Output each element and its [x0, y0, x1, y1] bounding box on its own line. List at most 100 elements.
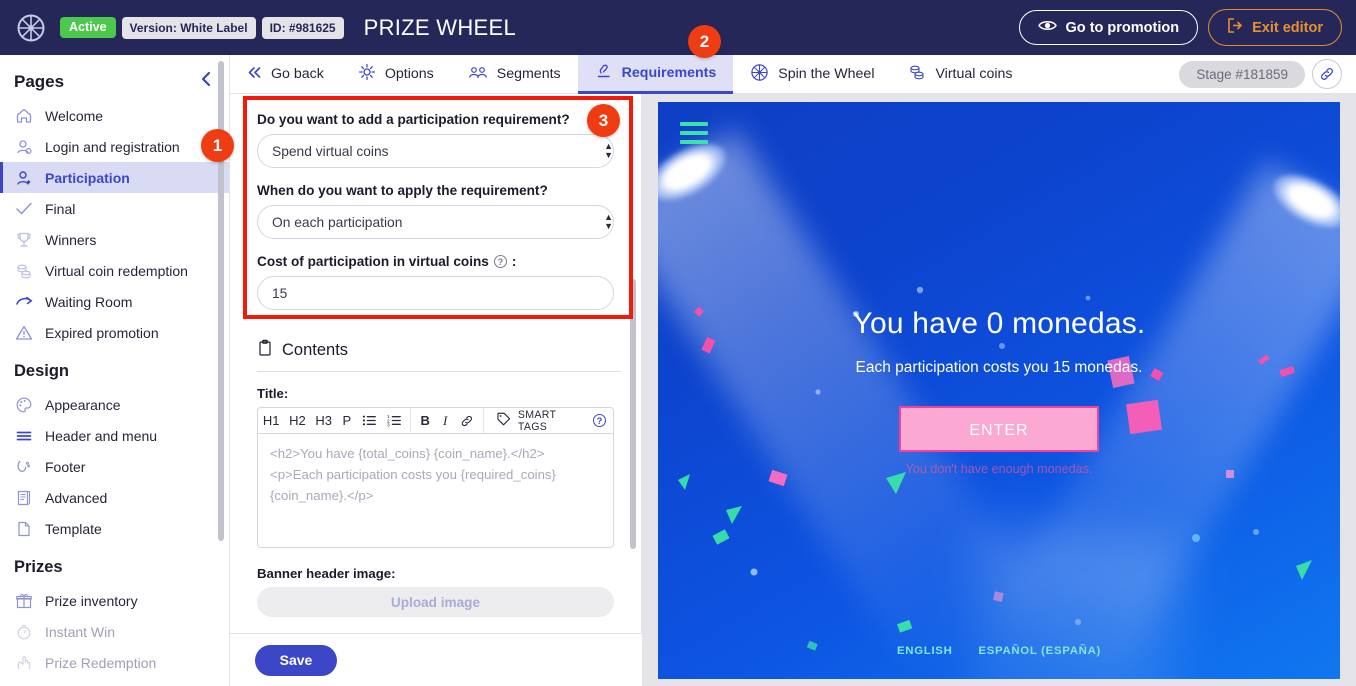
- sidebar-header: Pages: [0, 55, 229, 100]
- segments-icon: [468, 65, 488, 84]
- help-circle-icon[interactable]: ?: [493, 255, 507, 268]
- go-to-promotion-label: Go to promotion: [1065, 19, 1180, 36]
- language-english[interactable]: ENGLISH: [897, 645, 953, 657]
- apply-select[interactable]: On each participation: [257, 205, 614, 239]
- clock-arrow-icon: [14, 292, 34, 312]
- sidebar-item-template[interactable]: Template: [0, 513, 229, 544]
- smart-tags-button[interactable]: SMART TAGS ?: [488, 409, 613, 433]
- sidebar-section-prizes: Prizes: [14, 558, 63, 576]
- tab-requirements[interactable]: Requirements: [577, 54, 734, 94]
- cost-label-row: Cost of participation in virtual coins ?…: [257, 254, 626, 269]
- sidebar-item-label: Prize Redemption: [45, 654, 157, 671]
- sidebar-item-welcome[interactable]: Welcome: [0, 100, 229, 131]
- contents-section: Contents Title: H1 H2 H3 P 123 B I SMART…: [230, 339, 641, 617]
- tab-virtual-coins[interactable]: Virtual coins: [891, 55, 1029, 94]
- sidebar-item-virtual-coin-redemption[interactable]: Virtual coin redemption: [0, 255, 229, 286]
- sidebar: Pages Welcome Login and registration Par…: [0, 55, 230, 686]
- apply-select-value: On each participation: [272, 214, 403, 230]
- sidebar-item-appearance[interactable]: Appearance: [0, 389, 229, 420]
- sidebar-item-footer[interactable]: Footer: [0, 451, 229, 482]
- link-icon[interactable]: [455, 408, 479, 434]
- tab-options[interactable]: Options: [341, 55, 451, 94]
- footer-icon: [14, 457, 34, 477]
- requirement-select-wrap: Spend virtual coins ▲ ▼: [257, 134, 626, 168]
- go-to-promotion-button[interactable]: Go to promotion: [1018, 10, 1199, 45]
- italic-button[interactable]: I: [435, 408, 455, 434]
- annotation-marker-1: 1: [201, 129, 234, 162]
- sidebar-item-label: Footer: [45, 458, 86, 475]
- sidebar-item-label: Login and registration: [45, 138, 180, 155]
- sidebar-item-prize-redemption[interactable]: Prize Redemption: [0, 647, 229, 678]
- insufficient-coins-warning: You don't have enough monedas.: [905, 461, 1093, 476]
- banner-image-label: Banner header image:: [257, 566, 396, 581]
- sidebar-item-advanced[interactable]: Advanced: [0, 482, 229, 513]
- sidebar-title: Pages: [14, 71, 65, 91]
- sidebar-item-participation[interactable]: Participation: [0, 162, 229, 193]
- exit-editor-button[interactable]: Exit editor: [1208, 9, 1342, 46]
- title-field-label: Title:: [257, 386, 289, 401]
- sidebar-item-label: Waiting Room: [45, 293, 133, 310]
- requirement-select[interactable]: Spend virtual coins: [257, 134, 614, 168]
- stamp-icon: [595, 62, 613, 84]
- sidebar-item-label: Expired promotion: [45, 324, 159, 341]
- version-badge: Version: White Label: [121, 16, 256, 39]
- numbered-list-icon[interactable]: 123: [382, 408, 407, 434]
- top-bar: Active Version: White Label ID: #981625 …: [0, 0, 1356, 55]
- warning-triangle-icon: [14, 323, 34, 343]
- tab-segments[interactable]: Segments: [451, 55, 578, 94]
- gear-icon: [358, 63, 376, 85]
- sidebar-item-waiting-room[interactable]: Waiting Room: [0, 286, 229, 317]
- cost-label-suffix: :: [511, 254, 517, 269]
- form-scrollbar[interactable]: [630, 279, 636, 549]
- cost-label: Cost of participation in virtual coins: [257, 254, 489, 269]
- cost-input-value: 15: [272, 285, 288, 301]
- heading-2-button[interactable]: H2: [284, 408, 310, 434]
- cost-input[interactable]: 15: [257, 276, 614, 310]
- bullet-list-icon[interactable]: [357, 408, 382, 434]
- enter-button[interactable]: ENTER: [899, 405, 1099, 452]
- top-actions: Go to promotion Exit editor: [1018, 9, 1342, 46]
- sidebar-item-header-and-menu[interactable]: Header and menu: [0, 420, 229, 451]
- paragraph-button[interactable]: P: [337, 408, 357, 434]
- upload-image-button[interactable]: Upload image: [257, 587, 614, 617]
- stopwatch-icon: [14, 622, 34, 642]
- editor-line-1: <h2>You have {total_coins} {coin_name}.<…: [270, 446, 545, 461]
- link-icon[interactable]: [1312, 59, 1342, 89]
- sidebar-item-login-and-registration[interactable]: Login and registration: [0, 131, 229, 162]
- tab-label: Spin the Wheel: [778, 66, 875, 82]
- double-chevron-left-icon: [247, 66, 262, 83]
- gift-icon: [14, 591, 34, 611]
- user-add-icon: [14, 168, 34, 188]
- sidebar-item-expired-promotion[interactable]: Expired promotion: [0, 317, 229, 348]
- trophy-icon: [14, 230, 34, 250]
- tab-go-back[interactable]: Go back: [230, 55, 341, 94]
- sidebar-section-design: Design: [14, 362, 70, 380]
- sidebar-item-final[interactable]: Final: [0, 193, 229, 224]
- help-circle-icon[interactable]: ?: [593, 414, 607, 427]
- stage-badge[interactable]: Stage #181859: [1179, 60, 1305, 88]
- title-editor-body[interactable]: <h2>You have {total_coins} {coin_name}.<…: [258, 434, 613, 547]
- sidebar-item-winners[interactable]: Winners: [0, 224, 229, 255]
- contents-heading-row: Contents: [257, 339, 621, 372]
- save-button[interactable]: Save: [255, 644, 337, 676]
- tab-spin-the-wheel[interactable]: Spin the Wheel: [733, 55, 891, 94]
- palette-icon: [14, 395, 34, 415]
- page-icon: [14, 519, 34, 539]
- sidebar-item-label: Virtual coin redemption: [45, 262, 188, 279]
- annotation-marker-3: 3: [587, 104, 620, 137]
- cost-input-wrap: 15: [257, 276, 626, 310]
- save-bar: Save: [230, 633, 642, 686]
- document-code-icon: [14, 488, 34, 508]
- language-spanish[interactable]: ESPAÑOL (ESPAÑA): [978, 645, 1101, 657]
- form-panel: Do you want to add a participation requi…: [230, 94, 642, 686]
- bold-button[interactable]: B: [415, 408, 435, 434]
- sidebar-item-label: Appearance: [45, 396, 121, 413]
- chevron-left-icon[interactable]: [200, 71, 213, 92]
- hamburger-menu-icon[interactable]: [680, 121, 708, 149]
- heading-3-button[interactable]: H3: [311, 408, 337, 434]
- svg-text:3: 3: [387, 422, 390, 427]
- toolbar-divider: [482, 408, 484, 434]
- sidebar-item-prize-inventory[interactable]: Prize inventory: [0, 585, 229, 616]
- heading-1-button[interactable]: H1: [258, 408, 284, 434]
- sidebar-item-instant-win[interactable]: Instant Win: [0, 616, 229, 647]
